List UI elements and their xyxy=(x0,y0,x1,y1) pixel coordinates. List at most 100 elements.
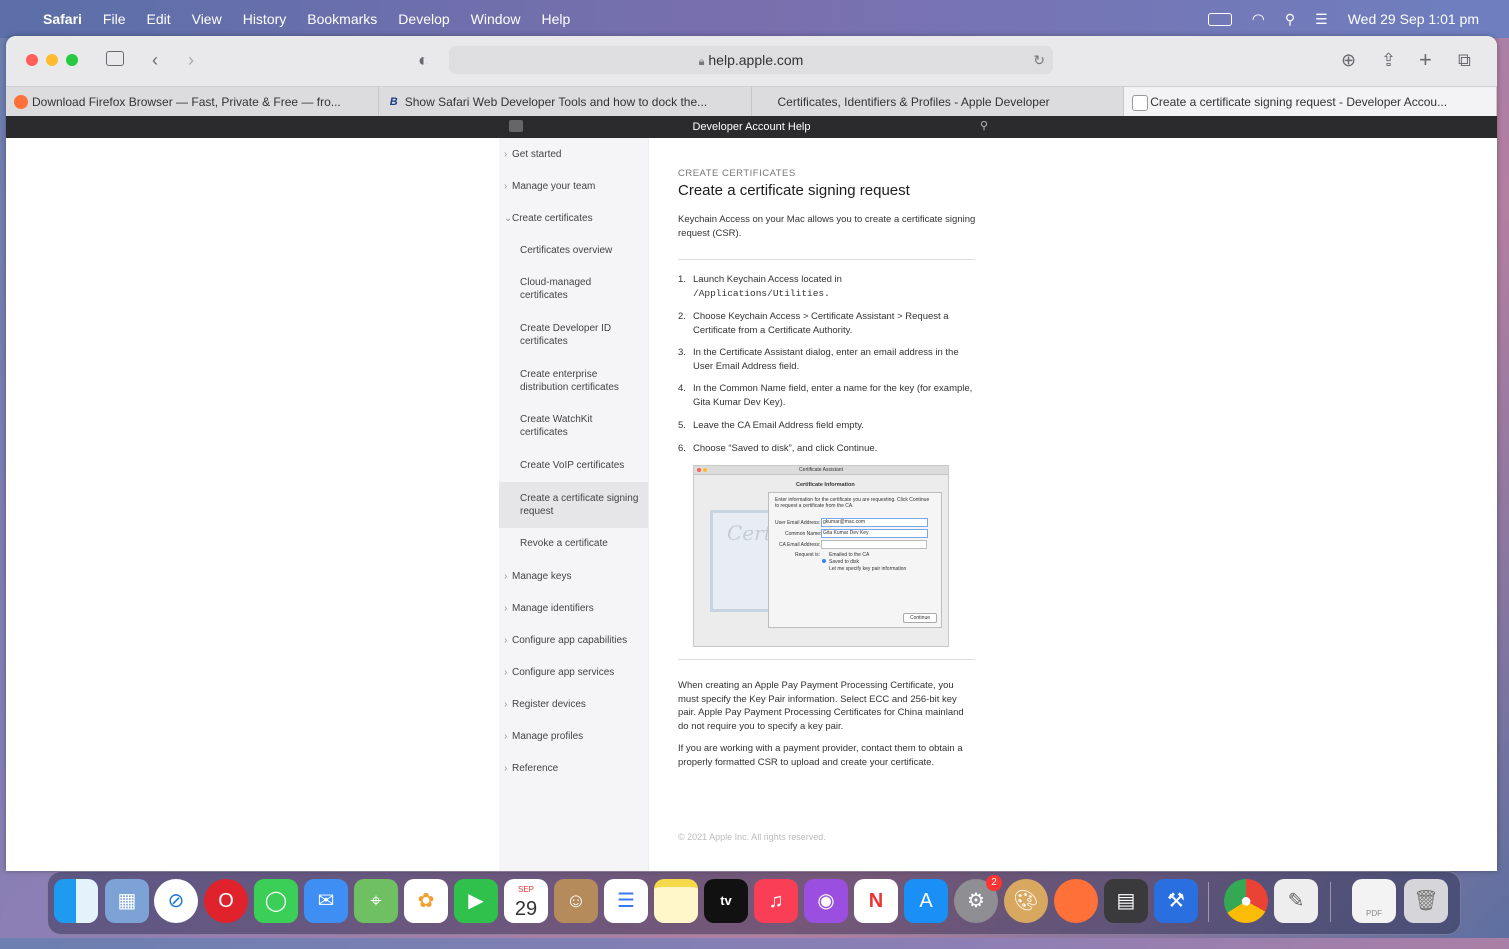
ca-email-label: CA Email Address: xyxy=(779,542,821,548)
music-icon[interactable]: ♫ xyxy=(754,879,798,923)
tab-safari-dev-tools[interactable]: B Show Safari Web Developer Tools and ho… xyxy=(379,87,752,117)
contacts-icon[interactable]: ☺ xyxy=(554,879,598,923)
dialog-heading: Certificate Information xyxy=(796,482,855,488)
safari-toolbar: ‹ › ◐ 🔒︎ help.apple.com ↻ ⊕ ⇪ + ⧉ xyxy=(6,36,1497,86)
article-intro: Keychain Access on your Mac allows you t… xyxy=(678,214,976,239)
step-text: Choose “Saved to disk”, and click Contin… xyxy=(693,443,878,454)
safari-icon[interactable]: ⊘ xyxy=(154,879,198,923)
mail-icon[interactable]: ✉ xyxy=(304,879,348,923)
sidebar-item-configure-services[interactable]: Configure app services xyxy=(499,666,661,679)
spotlight-search-icon[interactable]: ⚲ xyxy=(1285,11,1295,28)
app-store-icon[interactable]: A xyxy=(904,879,948,923)
sidebar-sub-cloud-managed[interactable]: Cloud-managed certificates xyxy=(499,276,638,302)
sidebar-item-create-certificates[interactable]: Create certificates xyxy=(499,212,661,225)
trash-icon[interactable]: 🗑︎ xyxy=(1404,879,1448,923)
menu-help[interactable]: Help xyxy=(541,11,570,27)
copyright-footer: © 2021 Apple Inc. All rights reserved. xyxy=(678,832,826,842)
menu-window[interactable]: Window xyxy=(471,11,521,27)
sidebar-sub-enterprise[interactable]: Create enterprise distribution certifica… xyxy=(499,368,638,394)
xcode-icon[interactable]: ⚒ xyxy=(1154,879,1198,923)
calendar-day: 29 xyxy=(514,898,538,920)
sidebar-sub-voip[interactable]: Create VoIP certificates xyxy=(499,459,638,472)
menu-file[interactable]: File xyxy=(103,11,126,27)
sidebar-item-manage-identifiers[interactable]: Manage identifiers xyxy=(499,602,661,615)
tab-overview-icon[interactable]: ⧉ xyxy=(1458,48,1471,72)
system-preferences-icon[interactable]: ⚙ 2 xyxy=(954,875,1002,923)
zoom-window-button[interactable] xyxy=(66,54,78,66)
photos-icon[interactable]: ✿ xyxy=(404,879,448,923)
back-icon[interactable]: ‹ xyxy=(152,48,158,72)
menubar-clock[interactable]: Wed 29 Sep 1:01 pm xyxy=(1348,11,1479,27)
palette-icon[interactable]: 🎨︎ xyxy=(1004,879,1048,923)
privacy-shield-icon[interactable]: ◐ xyxy=(418,48,429,72)
step-1: 1. Launch Keychain Access located in/App… xyxy=(678,273,978,301)
sidebar-sub-watchkit[interactable]: Create WatchKit certificates xyxy=(499,413,638,439)
calculator-icon[interactable]: ▤ xyxy=(1104,879,1148,923)
podcasts-icon[interactable]: ◉ xyxy=(804,879,848,923)
notes-icon[interactable] xyxy=(654,879,698,923)
apple-icon xyxy=(760,95,774,109)
tab-label: Download Firefox Browser — Fast, Private… xyxy=(32,95,341,109)
calendar-icon[interactable]: SEP 29 xyxy=(504,879,548,923)
option-saved-to-disk-radio xyxy=(822,559,826,563)
option-saved-to-disk: Saved to disk xyxy=(829,559,860,565)
menu-history[interactable]: History xyxy=(243,11,287,27)
menu-bookmarks[interactable]: Bookmarks xyxy=(307,11,377,27)
menu-edit[interactable]: Edit xyxy=(146,11,170,27)
close-window-button[interactable] xyxy=(26,54,38,66)
sidebar-item-configure-capabilities[interactable]: Configure app capabilities xyxy=(499,634,661,647)
chrome-icon[interactable]: ● xyxy=(1224,879,1268,923)
tab-bar: Download Firefox Browser — Fast, Private… xyxy=(6,86,1497,117)
minimize-window-button[interactable] xyxy=(46,54,58,66)
step-number: 5. xyxy=(678,420,686,431)
search-icon[interactable]: ⚲ xyxy=(980,119,988,132)
sidebar-item-reference[interactable]: Reference xyxy=(499,762,661,775)
menu-view[interactable]: View xyxy=(192,11,222,27)
pdf-document-icon[interactable]: PDF xyxy=(1352,879,1396,923)
menu-safari[interactable]: Safari xyxy=(43,11,82,27)
tab-csr[interactable]: Create a certificate signing request - D… xyxy=(1124,87,1497,117)
sidebar-sub-revoke[interactable]: Revoke a certificate xyxy=(499,537,638,550)
new-tab-icon[interactable]: + xyxy=(1419,48,1432,72)
launchpad-icon[interactable]: ▦ xyxy=(105,879,149,923)
sidebar-sub-certificates-overview[interactable]: Certificates overview xyxy=(499,244,638,257)
reload-icon[interactable]: ↻ xyxy=(1033,46,1045,74)
sidebar-item-get-started[interactable]: Get started xyxy=(499,148,661,161)
sidebar-item-register-devices[interactable]: Register devices xyxy=(499,698,661,711)
step-number: 6. xyxy=(678,443,686,454)
sidebar-toggle-icon[interactable] xyxy=(106,48,124,72)
tab-apple-developer[interactable]: Certificates, Identifiers & Profiles - A… xyxy=(752,87,1125,117)
opera-icon[interactable]: O xyxy=(204,879,248,923)
forward-icon[interactable]: › xyxy=(188,48,194,72)
payment-provider-note: If you are working with a payment provid… xyxy=(678,743,963,768)
news-icon[interactable]: N xyxy=(854,879,898,923)
maps-icon[interactable]: ⌖ xyxy=(354,879,398,923)
user-email-field: gkumar@mac.com xyxy=(821,518,928,527)
step-text: Launch Keychain Access located in xyxy=(693,274,842,285)
script-editor-icon[interactable]: ✎ xyxy=(1274,879,1318,923)
sidebar-sub-developer-id[interactable]: Create Developer ID certificates xyxy=(499,322,638,348)
finder-icon[interactable] xyxy=(54,879,98,923)
facetime-icon[interactable]: ▶ xyxy=(454,879,498,923)
sidebar-item-manage-team[interactable]: Manage your team xyxy=(499,180,661,193)
sidebar-item-manage-profiles[interactable]: Manage profiles xyxy=(499,730,661,743)
sidebar-item-manage-keys[interactable]: Manage keys xyxy=(499,570,661,583)
b-icon: B xyxy=(389,96,398,108)
menu-develop[interactable]: Develop xyxy=(398,11,449,27)
downloads-icon[interactable]: ⊕ xyxy=(1341,48,1356,72)
tab-firefox[interactable]: Download Firefox Browser — Fast, Private… xyxy=(6,87,379,117)
calendar-month: SEP xyxy=(517,885,534,894)
sidebar-sub-csr[interactable]: Create a certificate signing request xyxy=(499,482,648,528)
safari-window: ‹ › ◐ 🔒︎ help.apple.com ↻ ⊕ ⇪ + ⧉ Downlo… xyxy=(6,36,1497,871)
wifi-icon[interactable]: ◠ xyxy=(1252,10,1265,28)
address-bar[interactable]: 🔒︎ help.apple.com ↻ xyxy=(449,46,1053,74)
share-icon[interactable]: ⇪ xyxy=(1381,48,1396,72)
control-center-icon[interactable]: ☰ xyxy=(1315,11,1328,28)
messages-icon[interactable]: ◯ xyxy=(254,879,298,923)
reminders-icon[interactable]: ☰ xyxy=(604,879,648,923)
dialog-description: Enter information for the certificate yo… xyxy=(775,497,930,509)
firefox-dock-icon[interactable] xyxy=(1054,879,1098,923)
battery-icon[interactable] xyxy=(1207,12,1232,26)
apple-tv-icon[interactable]: tv xyxy=(704,879,748,923)
help-header-bar: Developer Account Help ⚲ xyxy=(6,116,1497,138)
